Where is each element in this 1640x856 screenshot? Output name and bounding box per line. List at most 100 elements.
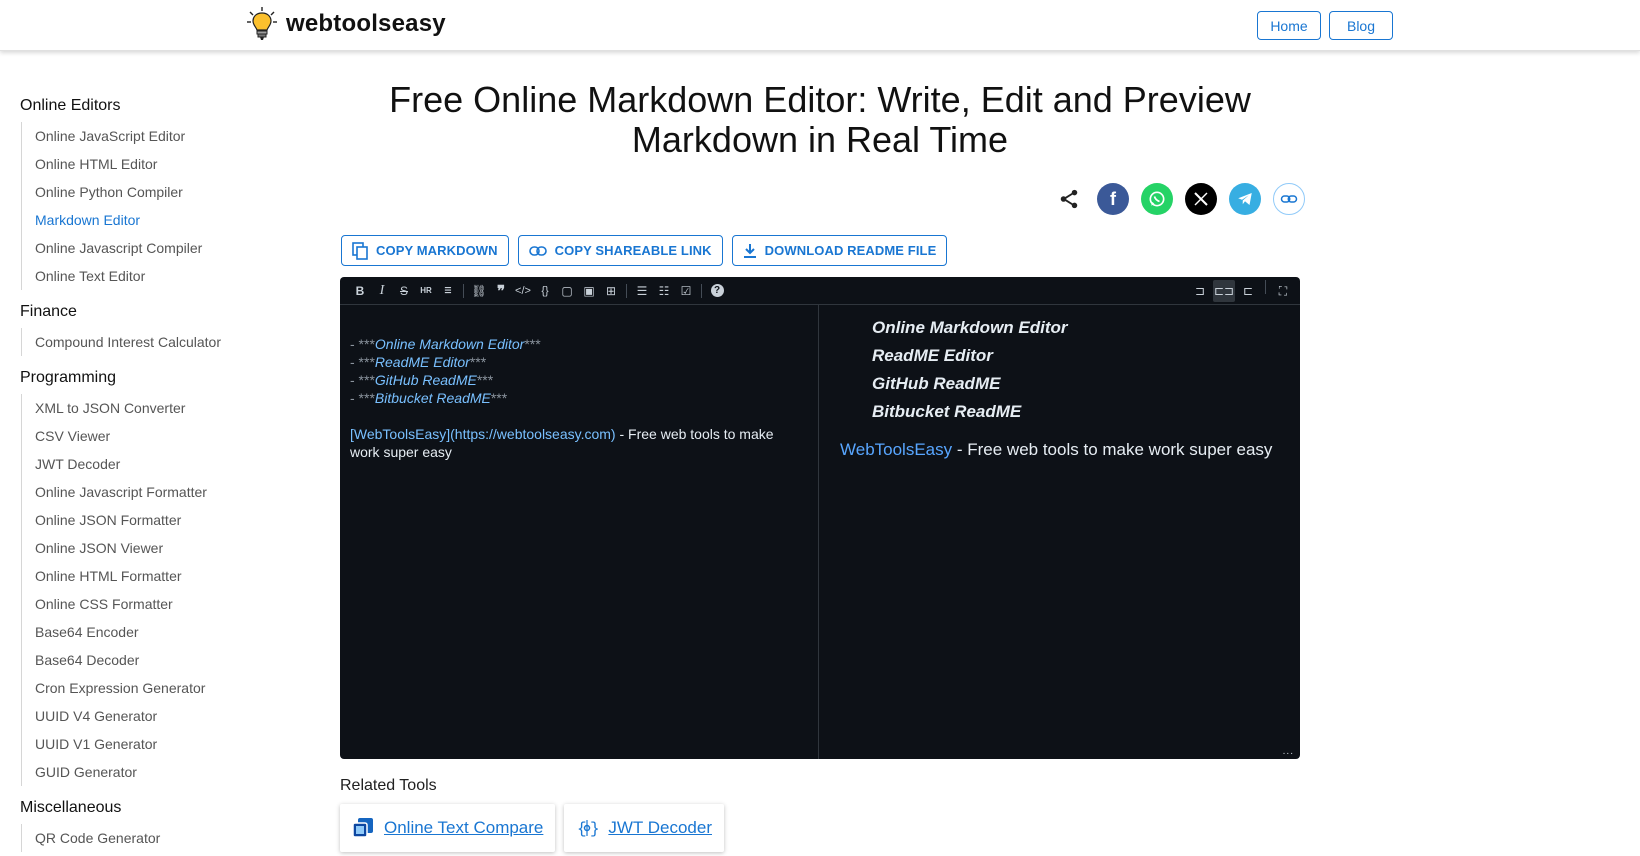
- view-mode-controls: ⊐ ⊏⊐ ⊏ ⛶: [1189, 280, 1294, 302]
- strikethrough-icon[interactable]: S: [393, 280, 415, 302]
- preview-list: Online Markdown Editor ReadME Editor Git…: [840, 314, 1280, 426]
- italic-icon[interactable]: I: [371, 280, 393, 302]
- md-syntax: - ***: [350, 390, 375, 406]
- editor-toolbar: B I S HR ☰ ⛓ ❞ </> {} ▢ ▣ ⊞ ☰ ☷ ☑ ? ⊐ ⊏⊐…: [340, 277, 1300, 305]
- toolbar-divider: [626, 283, 627, 298]
- sidebar-item[interactable]: Base64 Encoder: [35, 618, 280, 646]
- preview-mode-icon[interactable]: ⊏: [1237, 280, 1259, 302]
- sidebar-item[interactable]: CSV Viewer: [35, 422, 280, 450]
- md-emphasis: GitHub ReadME: [374, 372, 477, 388]
- preview-list-item: Bitbucket ReadME: [872, 402, 1022, 421]
- sidebar-item[interactable]: Online HTML Editor: [35, 150, 280, 178]
- sidebar-item[interactable]: GUID Generator: [35, 758, 280, 786]
- sidebar-item[interactable]: Online Text Editor: [35, 262, 280, 290]
- copy-icon: [352, 241, 368, 260]
- edit-mode-icon[interactable]: ⊐: [1189, 280, 1211, 302]
- preview-list-item: ReadME Editor: [872, 346, 993, 365]
- whatsapp-icon[interactable]: [1141, 183, 1173, 215]
- sidebar-item[interactable]: Online Javascript Formatter: [35, 478, 280, 506]
- table-icon[interactable]: ⊞: [600, 280, 622, 302]
- unordered-list-icon[interactable]: ☰: [631, 280, 653, 302]
- related-tool-card[interactable]: {} JWT Decoder: [564, 804, 724, 852]
- toolbar-divider: [701, 283, 702, 298]
- download-readme-label: DOWNLOAD README FILE: [764, 243, 937, 258]
- category-list: Online JavaScript Editor Online HTML Edi…: [21, 122, 280, 290]
- sidebar-item[interactable]: XML to JSON Converter: [35, 394, 280, 422]
- share-row: f: [1053, 183, 1305, 215]
- sidebar-item[interactable]: Online JSON Viewer: [35, 534, 280, 562]
- site-header: webtoolseasy Home Blog: [0, 0, 1640, 51]
- sidebar-item[interactable]: Online CSS Formatter: [35, 590, 280, 618]
- sidebar-item[interactable]: Online Python Compiler: [35, 178, 280, 206]
- toolbar-divider: [463, 283, 464, 298]
- category-list: QR Code Generator: [21, 824, 280, 852]
- preview-list-item: GitHub ReadME: [872, 374, 1001, 393]
- x-icon[interactable]: [1185, 183, 1217, 215]
- category-list: Compound Interest Calculator: [21, 328, 280, 356]
- sidebar-item[interactable]: Compound Interest Calculator: [35, 328, 280, 356]
- fullscreen-icon[interactable]: ⛶: [1272, 280, 1294, 302]
- title-icon[interactable]: ☰: [437, 280, 459, 302]
- download-readme-button[interactable]: DOWNLOAD README FILE: [731, 235, 948, 266]
- checklist-icon[interactable]: ☑: [675, 280, 697, 302]
- sidebar-item[interactable]: Online HTML Formatter: [35, 562, 280, 590]
- link-icon[interactable]: [1273, 183, 1305, 215]
- quote-icon[interactable]: ❞: [490, 280, 512, 302]
- category-title: Miscellaneous: [20, 799, 122, 816]
- logo-text: webtoolseasy: [286, 10, 446, 37]
- nav-blog-button[interactable]: Blog: [1329, 11, 1393, 40]
- md-syntax: - ***: [350, 354, 375, 370]
- related-tool-card[interactable]: Online Text Compare: [340, 804, 556, 852]
- sidebar-item[interactable]: Base64 Decoder: [35, 646, 280, 674]
- live-mode-icon[interactable]: ⊏⊐: [1213, 280, 1235, 302]
- source-line: - ***ReadME Editor***: [350, 353, 808, 371]
- md-syntax: ***: [469, 354, 487, 370]
- jwt-icon: {}: [577, 820, 598, 838]
- link-icon[interactable]: ⛓: [468, 280, 490, 302]
- copy-shareable-link-label: COPY SHAREABLE LINK: [554, 243, 712, 258]
- preview-text: - Free web tools to make work super easy: [952, 440, 1273, 459]
- sidebar-item[interactable]: JWT Decoder: [35, 450, 280, 478]
- logo[interactable]: webtoolseasy: [246, 6, 446, 42]
- sidebar-category-online-editors: Online Editors Online JavaScript Editor …: [20, 94, 280, 290]
- code-icon[interactable]: </>: [512, 280, 534, 302]
- page-title-line2: Markdown in Real Time: [631, 119, 1009, 160]
- sidebar-item[interactable]: Online Javascript Compiler: [35, 234, 280, 262]
- ordered-list-icon[interactable]: ☷: [653, 280, 675, 302]
- source-line: work super easy: [350, 443, 808, 461]
- compare-icon: [352, 818, 373, 838]
- preview-link[interactable]: WebToolsEasy: [840, 440, 952, 459]
- telegram-icon[interactable]: [1229, 183, 1261, 215]
- source-line: - ***Online Markdown Editor***: [350, 335, 808, 353]
- copy-markdown-button[interactable]: COPY MARKDOWN: [341, 235, 509, 266]
- sidebar-item[interactable]: Cron Expression Generator: [35, 674, 280, 702]
- nav-home-button[interactable]: Home: [1257, 11, 1321, 40]
- help-icon[interactable]: ?: [706, 280, 728, 302]
- category-title: Programming: [20, 369, 117, 386]
- facebook-icon[interactable]: f: [1097, 183, 1129, 215]
- toolbar-divider: [1265, 280, 1266, 294]
- image-icon[interactable]: ▣: [578, 280, 600, 302]
- sidebar-item[interactable]: Online JavaScript Editor: [35, 122, 280, 150]
- sidebar-category-programming: Programming XML to JSON Converter CSV Vi…: [20, 366, 280, 786]
- markdown-editor: B I S HR ☰ ⛓ ❞ </> {} ▢ ▣ ⊞ ☰ ☷ ☑ ? ⊐ ⊏⊐…: [340, 277, 1300, 759]
- comment-icon[interactable]: ▢: [556, 280, 578, 302]
- md-text: work super easy: [350, 444, 452, 460]
- source-line: - ***GitHub ReadME***: [350, 371, 808, 389]
- share-icon[interactable]: [1053, 183, 1085, 215]
- sidebar-item[interactable]: QR Code Generator: [35, 824, 280, 852]
- related-tool-link[interactable]: Online Text Compare: [384, 818, 543, 838]
- bold-icon[interactable]: B: [349, 280, 371, 302]
- copy-shareable-link-button[interactable]: COPY SHAREABLE LINK: [517, 235, 723, 266]
- sidebar-item[interactable]: UUID V1 Generator: [35, 730, 280, 758]
- preview-list-item: Online Markdown Editor: [872, 318, 1068, 337]
- link-icon: [528, 245, 547, 256]
- code-block-icon[interactable]: {}: [534, 280, 556, 302]
- hr-icon[interactable]: HR: [415, 280, 437, 302]
- related-tool-link[interactable]: JWT Decoder: [608, 818, 712, 838]
- resize-handle[interactable]: ...: [1283, 746, 1294, 757]
- sidebar-item[interactable]: Online JSON Formatter: [35, 506, 280, 534]
- markdown-source-pane[interactable]: - ***Online Markdown Editor*** - ***Read…: [340, 305, 819, 759]
- sidebar-item[interactable]: UUID V4 Generator: [35, 702, 280, 730]
- sidebar-item-active[interactable]: Markdown Editor: [35, 206, 280, 234]
